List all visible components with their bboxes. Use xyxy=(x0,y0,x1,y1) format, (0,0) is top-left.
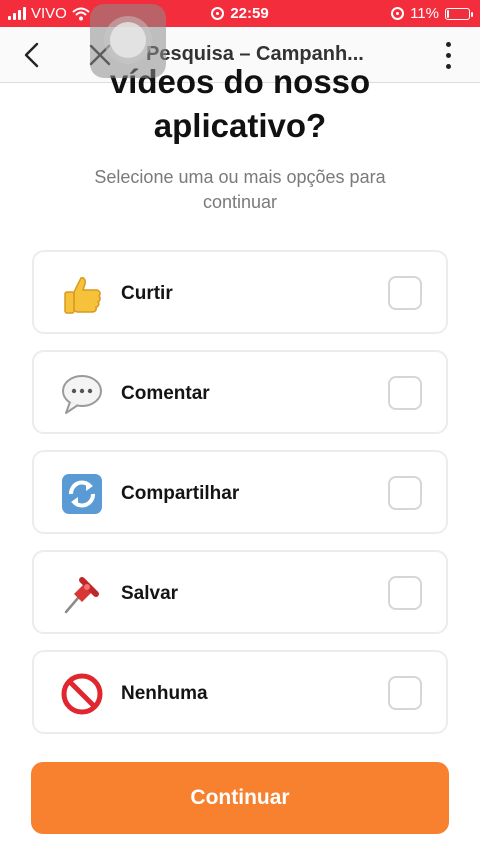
orientation-lock-icon xyxy=(391,7,405,20)
question-title-line-2: aplicativo? xyxy=(153,107,327,144)
option-curtir[interactable]: Curtir xyxy=(32,250,448,334)
status-right: 11% xyxy=(391,5,473,22)
more-vertical-icon xyxy=(445,41,451,47)
speech-bubble-icon xyxy=(62,375,102,414)
option-label: Nenhuma xyxy=(121,683,208,704)
option-label: Compartilhar xyxy=(121,483,240,504)
option-label: Curtir xyxy=(121,283,173,304)
recording-icon xyxy=(211,7,225,20)
touch-indicator xyxy=(90,4,166,78)
option-checkbox[interactable] xyxy=(388,376,422,410)
option-label: Comentar xyxy=(121,383,210,404)
option-checkbox[interactable] xyxy=(388,476,422,510)
battery-icon xyxy=(445,7,473,20)
battery-fill xyxy=(447,9,449,18)
option-salvar[interactable]: Salvar xyxy=(32,550,448,634)
option-comentar[interactable]: Comentar xyxy=(32,350,448,434)
pushpin-icon xyxy=(64,577,99,614)
option-compartilhar[interactable]: Compartilhar xyxy=(32,450,448,534)
no-entry-icon xyxy=(61,673,103,715)
option-nenhuma[interactable]: Nenhuma xyxy=(32,650,448,734)
option-checkbox[interactable] xyxy=(388,576,422,610)
question-title-line-1: vídeos do nosso xyxy=(109,63,371,100)
question-title: vídeos do nosso aplicativo? xyxy=(0,60,480,148)
thumbs-up-icon xyxy=(64,277,101,314)
battery-percent: 11% xyxy=(410,5,439,22)
option-checkbox[interactable] xyxy=(388,276,422,310)
repeat-arrows-icon xyxy=(62,474,102,514)
status-time: 22:59 xyxy=(230,5,269,22)
option-checkbox[interactable] xyxy=(388,676,422,710)
continue-button[interactable]: Continuar xyxy=(31,762,449,834)
status-bar: VIVO 22:59 11% xyxy=(0,0,480,27)
app-screen: VIVO 22:59 11% Pesquisa – Campanh... víd… xyxy=(0,0,480,854)
option-label: Salvar xyxy=(121,583,179,604)
question-subtitle: Selecione uma ou mais opções para contin… xyxy=(94,167,386,212)
